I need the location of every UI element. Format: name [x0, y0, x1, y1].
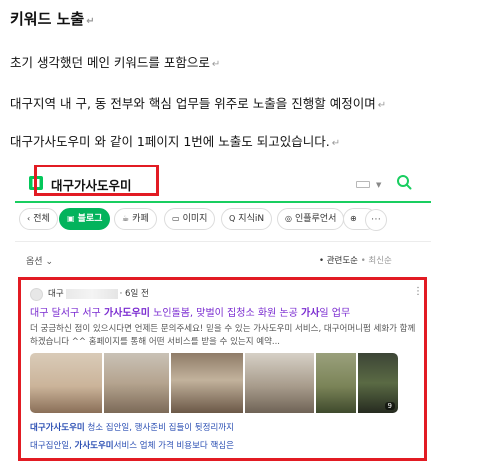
photo-thumbnail[interactable]: 9	[358, 353, 398, 413]
cafe-icon: ☕	[122, 214, 130, 223]
sort-latest[interactable]: • 최신순	[361, 256, 392, 266]
search-result-card[interactable]: 대구 · 6일 전 ⋮ 대구 달서구 서구 가사도우미 노인돌봄, 맞벌이 집청소…	[18, 277, 427, 461]
search-screenshot: 대구가사도우미 ▼ ‹ 전체 ▣ 블로그 ☕ 카페 ▭ 이미지 Q 지식iN ◎ 인플루언서…	[15, 165, 431, 473]
related-post-link-1[interactable]: 대구가사도우미 청소 집안일, 행사준비 집들이 뒷정리까지	[30, 421, 234, 433]
chevron-down-icon: ⌄	[45, 257, 53, 267]
tab-influencer[interactable]: ◎ 인플루언서	[277, 208, 345, 230]
search-bar: 대구가사도우미 ▼	[15, 165, 431, 203]
paragraph-mark: ↵	[86, 16, 95, 27]
result-title[interactable]: 대구 달서구 서구 가사도우미 노인돌봄, 맞벌이 집청소 화원 논공 가사일 …	[30, 304, 350, 319]
photo-count-badge: 9	[384, 402, 395, 410]
photo-thumbnail[interactable]	[171, 353, 243, 413]
result-time: 6일 전	[125, 289, 149, 299]
chevron-left-icon: ‹	[27, 214, 31, 223]
photo-thumbnail[interactable]	[244, 353, 315, 413]
tab-kin[interactable]: Q 지식iN	[221, 208, 273, 230]
document-line-1: 초기 생각했던 메인 키워드를 포함으로 ↵	[10, 55, 221, 70]
document-title: 키워드 노출 ↵	[10, 10, 95, 28]
paragraph-mark: ↵	[211, 59, 221, 70]
result-description: 더 궁금하신 점이 있으시다면 언제든 문의주세요! 믿을 수 있는 가사도우미…	[30, 324, 416, 347]
kebab-menu-icon[interactable]: ⋮	[413, 286, 423, 297]
search-icon[interactable]	[396, 174, 412, 190]
influencer-icon: ◎	[285, 214, 292, 223]
tab-image[interactable]: ▭ 이미지	[164, 208, 216, 230]
more-icon: ⋯	[371, 214, 381, 225]
keyboard-icon[interactable]	[356, 181, 370, 188]
kin-icon: Q	[229, 214, 236, 223]
tab-all[interactable]: ‹ 전체	[19, 208, 58, 230]
tab-cafe[interactable]: ☕ 카페	[114, 208, 157, 230]
plus-icon: ⊕	[350, 214, 357, 223]
sort-options: • 관련도순 • 최신순	[319, 254, 392, 266]
tab-blog[interactable]: ▣ 블로그	[59, 208, 111, 230]
sort-relevance[interactable]: • 관련도순	[319, 256, 358, 266]
paragraph-mark: ↵	[377, 100, 387, 111]
result-photos[interactable]: 9	[30, 353, 398, 413]
paragraph-mark: ↵	[331, 138, 341, 149]
photo-thumbnail[interactable]	[316, 353, 357, 413]
photo-thumbnail[interactable]	[30, 353, 102, 413]
divider	[15, 241, 431, 242]
tabs-more-button[interactable]: ⋯	[365, 209, 387, 231]
related-post-link-2[interactable]: 대구집안일, 가사도우미서비스 업체 가격 비용보다 핵심은	[30, 439, 234, 451]
image-icon: ▭	[172, 214, 180, 223]
photo-thumbnail[interactable]	[103, 353, 170, 413]
document-line-2: 대구지역 내 구, 동 전부와 핵심 업무들 위주로 노출을 진행할 예정이며 ↵	[10, 96, 387, 111]
result-author[interactable]: 대구 · 6일 전	[48, 287, 149, 299]
options-toggle[interactable]: 옵션 ⌄	[26, 254, 53, 267]
document-line-3: 대구가사도우미 와 같이 1페이지 1번에 노출도 되고있습니다. ↵	[10, 134, 341, 149]
chevron-down-icon[interactable]: ▼	[376, 181, 381, 189]
blog-icon: ▣	[67, 214, 75, 223]
avatar	[30, 288, 43, 301]
blurred-name	[65, 288, 118, 299]
search-highlight-box	[34, 165, 159, 196]
